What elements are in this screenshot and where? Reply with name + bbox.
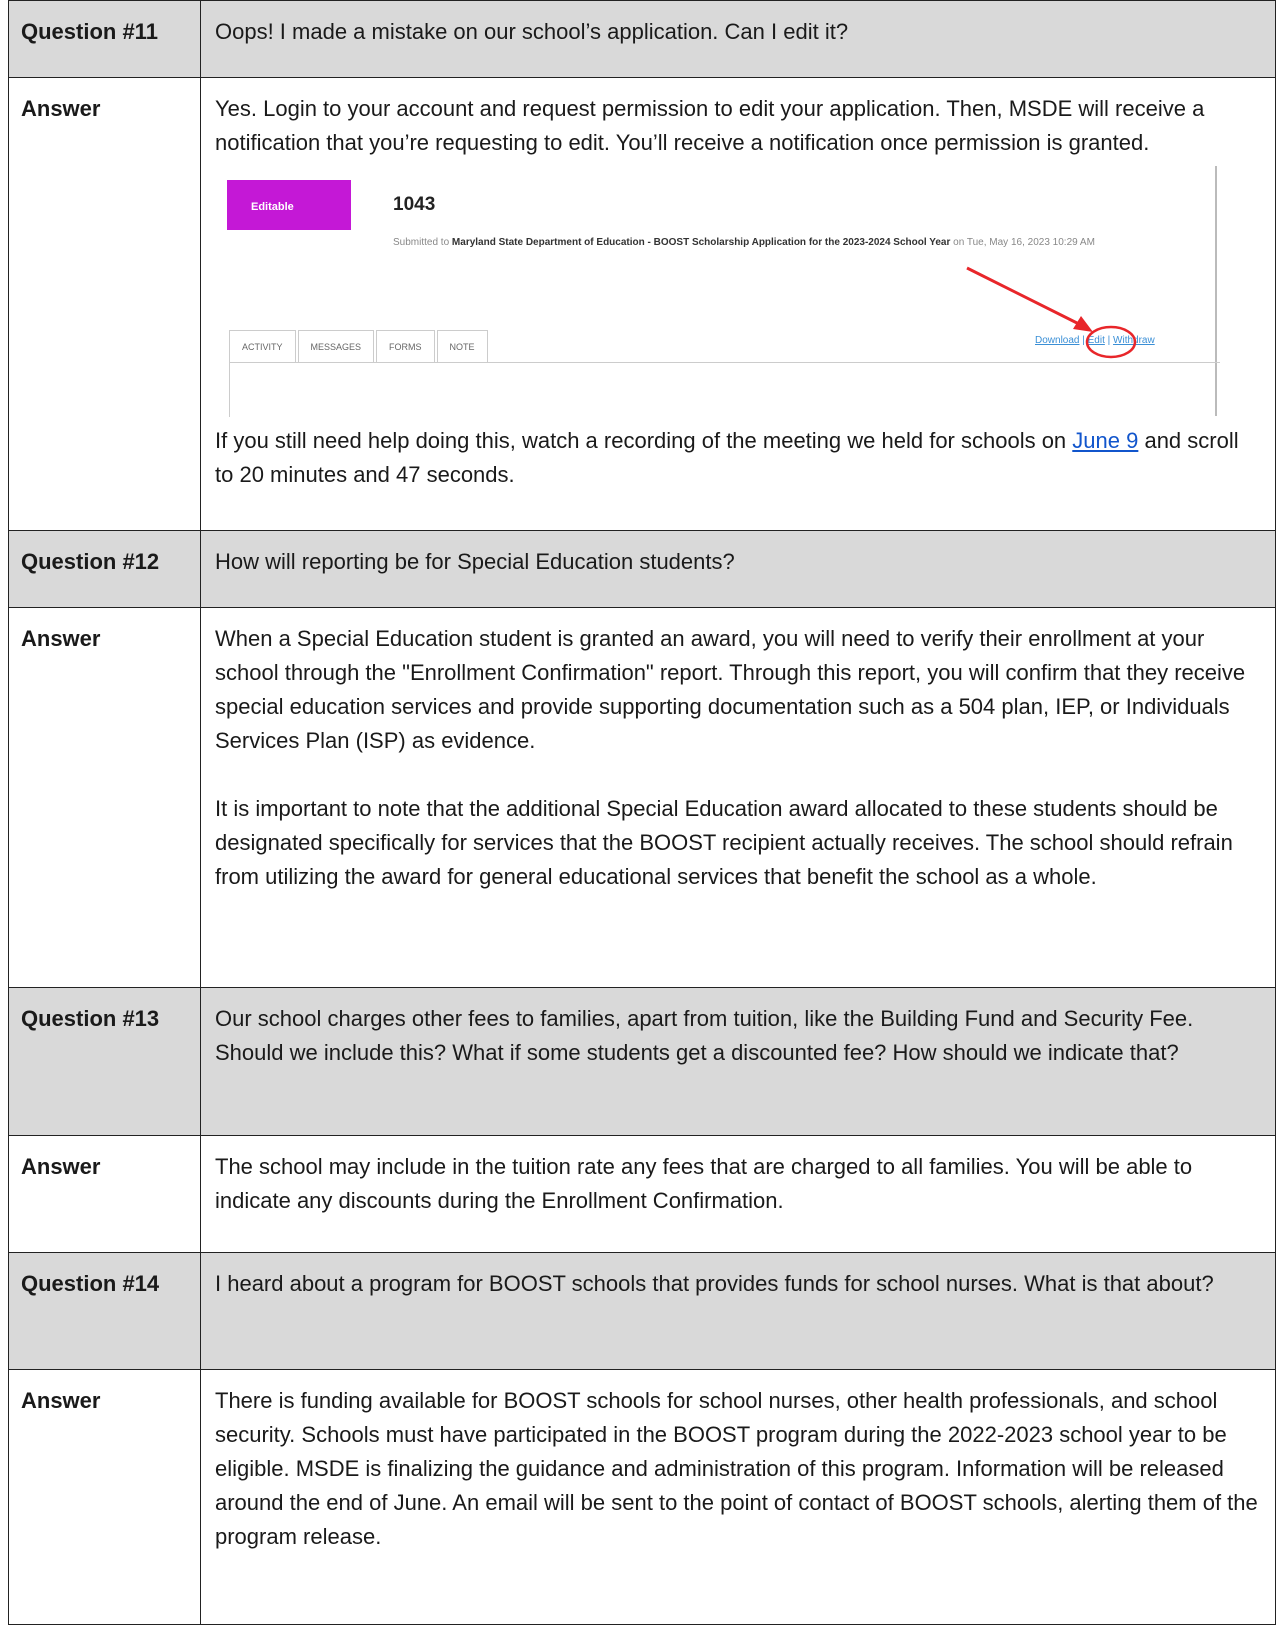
faq-table: Question #11 Oops! I made a mistake on o… xyxy=(8,0,1276,1625)
question-label: Question #14 xyxy=(8,1252,201,1370)
answer-row: Answer When a Special Education student … xyxy=(8,607,1276,988)
arrow-annotation-icon xyxy=(966,266,1137,359)
answer-row: Answer Yes. Login to your account and re… xyxy=(8,77,1276,531)
question-row: Question #11 Oops! I made a mistake on o… xyxy=(8,0,1276,78)
answer-cell: Yes. Login to your account and request p… xyxy=(200,77,1276,531)
june-9-link[interactable]: June 9 xyxy=(1072,428,1138,453)
answer-label: Answer xyxy=(8,1369,201,1625)
question-label: Question #12 xyxy=(8,530,201,608)
answer-text: The school may include in the tuition ra… xyxy=(200,1135,1276,1253)
answer-row: Answer The school may include in the tui… xyxy=(8,1135,1276,1253)
question-text: Oops! I made a mistake on our school’s a… xyxy=(200,0,1276,78)
answer-text: Yes. Login to your account and request p… xyxy=(215,96,1205,155)
answer-text: When a Special Education student is gran… xyxy=(215,626,1246,753)
answer-text: There is funding available for BOOST sch… xyxy=(200,1369,1276,1625)
answer-text: It is important to note that the additio… xyxy=(215,796,1233,889)
application-screenshot: Editable 1043 Submitted to Maryland Stat… xyxy=(215,166,1220,417)
question-text: How will reporting be for Special Educat… xyxy=(200,530,1276,608)
question-label: Question #11 xyxy=(8,0,201,78)
question-row: Question #14 I heard about a program for… xyxy=(8,1252,1276,1370)
question-row: Question #13 Our school charges other fe… xyxy=(8,987,1276,1136)
answer-label: Answer xyxy=(8,77,201,531)
answer-cell: When a Special Education student is gran… xyxy=(200,607,1276,988)
question-text: I heard about a program for BOOST school… xyxy=(200,1252,1276,1370)
answer-label: Answer xyxy=(8,1135,201,1253)
question-label: Question #13 xyxy=(8,987,201,1136)
answer-label: Answer xyxy=(8,607,201,988)
answer-row: Answer There is funding available for BO… xyxy=(8,1369,1276,1625)
answer-text: If you still need help doing this, watch… xyxy=(215,428,1239,487)
question-text: Our school charges other fees to familie… xyxy=(200,987,1276,1136)
question-row: Question #12 How will reporting be for S… xyxy=(8,530,1276,608)
